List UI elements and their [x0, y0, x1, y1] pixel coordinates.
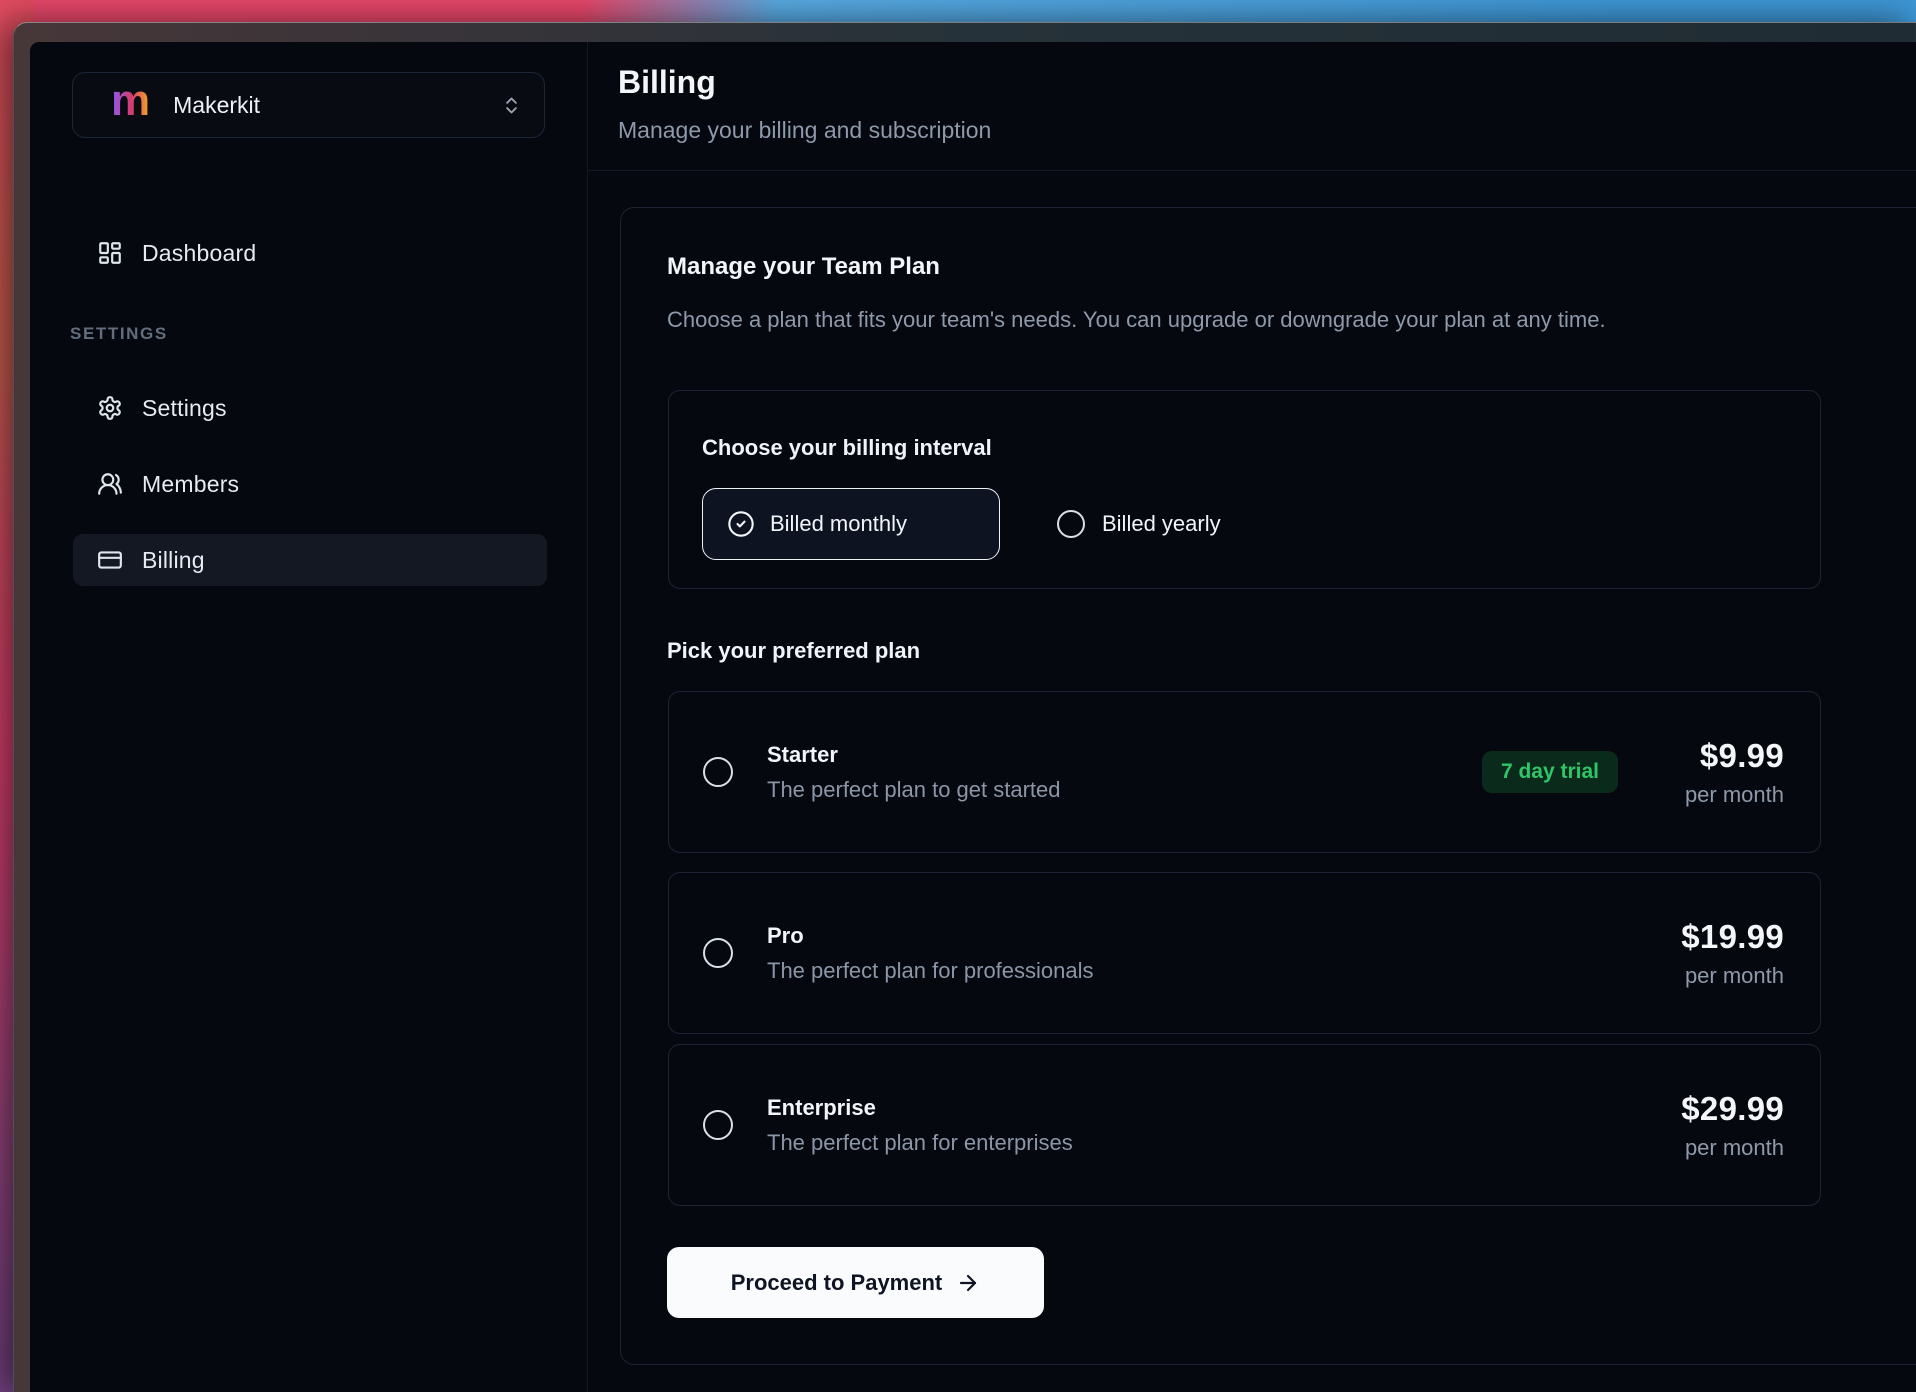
credit-card-icon [97, 547, 123, 573]
plan-description: The perfect plan to get started [767, 777, 1061, 803]
billed-yearly-option[interactable]: Billed yearly [1057, 488, 1221, 560]
plan-pricing: 7 day trial $9.99 per month [1482, 737, 1784, 808]
card-title: Manage your Team Plan [667, 253, 940, 281]
plan-row-enterprise[interactable]: Enterprise The perfect plan for enterpri… [668, 1044, 1821, 1206]
screen: m Makerkit Dashboard SETTINGS [0, 0, 1916, 1392]
header-divider [588, 170, 1916, 171]
makerkit-logo: m [111, 79, 149, 123]
billing-interval-label: Choose your billing interval [702, 435, 992, 461]
card-description: Choose a plan that fits your team's need… [667, 307, 1606, 333]
sidebar-item-settings[interactable]: Settings [73, 382, 547, 434]
page-subtitle: Manage your billing and subscription [618, 117, 991, 144]
users-icon [97, 471, 123, 497]
radio-circle-icon [1057, 510, 1085, 538]
sidebar-item-dashboard[interactable]: Dashboard [73, 227, 547, 279]
team-plan-card: Manage your Team Plan Choose a plan that… [620, 207, 1916, 1365]
plan-pricing: $29.99 per month [1674, 1090, 1784, 1161]
sidebar-item-billing[interactable]: Billing [73, 534, 547, 586]
price-block: $19.99 per month [1674, 918, 1784, 989]
price-block: $29.99 per month [1674, 1090, 1784, 1161]
plan-name: Enterprise [767, 1095, 1073, 1121]
circle-check-icon [727, 510, 755, 538]
plan-description: The perfect plan for professionals [767, 958, 1094, 984]
plan-price: $29.99 [1674, 1090, 1784, 1128]
plan-pricing: $19.99 per month [1674, 918, 1784, 989]
chevrons-up-down-icon [501, 95, 522, 116]
arrow-right-icon [956, 1271, 980, 1295]
plans-label: Pick your preferred plan [667, 638, 920, 664]
page-title: Billing [618, 64, 716, 101]
billed-monthly-label: Billed monthly [770, 511, 907, 537]
plan-price: $9.99 [1674, 737, 1784, 775]
sidebar-item-label: Billing [142, 547, 205, 574]
sidebar-item-members[interactable]: Members [73, 458, 547, 510]
workspace-selector[interactable]: m Makerkit [72, 72, 545, 138]
radio-circle-icon[interactable] [703, 1110, 733, 1140]
billed-yearly-label: Billed yearly [1102, 511, 1221, 537]
main-content: Billing Manage your billing and subscrip… [588, 42, 1916, 1392]
gear-icon [97, 395, 123, 421]
plan-period: per month [1674, 782, 1784, 808]
sidebar-item-label: Dashboard [142, 240, 256, 267]
plan-text: Starter The perfect plan to get started [767, 742, 1061, 803]
plan-name: Pro [767, 923, 1094, 949]
plan-period: per month [1674, 963, 1784, 989]
sidebar-section-settings: SETTINGS [70, 324, 168, 344]
billed-monthly-option[interactable]: Billed monthly [702, 488, 1000, 560]
proceed-to-payment-button[interactable]: Proceed to Payment [667, 1247, 1044, 1318]
app-window: m Makerkit Dashboard SETTINGS [30, 42, 1916, 1392]
billing-interval-group: Choose your billing interval Billed mont… [668, 390, 1821, 589]
app-window-frame: m Makerkit Dashboard SETTINGS [13, 22, 1916, 1392]
sidebar-item-label: Members [142, 471, 239, 498]
plan-row-pro[interactable]: Pro The perfect plan for professionals $… [668, 872, 1821, 1034]
plan-text: Enterprise The perfect plan for enterpri… [767, 1095, 1073, 1156]
trial-badge: 7 day trial [1482, 751, 1618, 793]
price-block: $9.99 per month [1674, 737, 1784, 808]
dashboard-icon [97, 240, 123, 266]
workspace-name: Makerkit [173, 92, 260, 119]
radio-circle-icon[interactable] [703, 757, 733, 787]
plan-period: per month [1674, 1135, 1784, 1161]
plan-price: $19.99 [1674, 918, 1784, 956]
plan-description: The perfect plan for enterprises [767, 1130, 1073, 1156]
plan-row-starter[interactable]: Starter The perfect plan to get started … [668, 691, 1821, 853]
plan-text: Pro The perfect plan for professionals [767, 923, 1094, 984]
proceed-to-payment-label: Proceed to Payment [731, 1270, 943, 1296]
radio-circle-icon[interactable] [703, 938, 733, 968]
plan-name: Starter [767, 742, 1061, 768]
sidebar-item-label: Settings [142, 395, 227, 422]
sidebar: m Makerkit Dashboard SETTINGS [30, 42, 588, 1392]
